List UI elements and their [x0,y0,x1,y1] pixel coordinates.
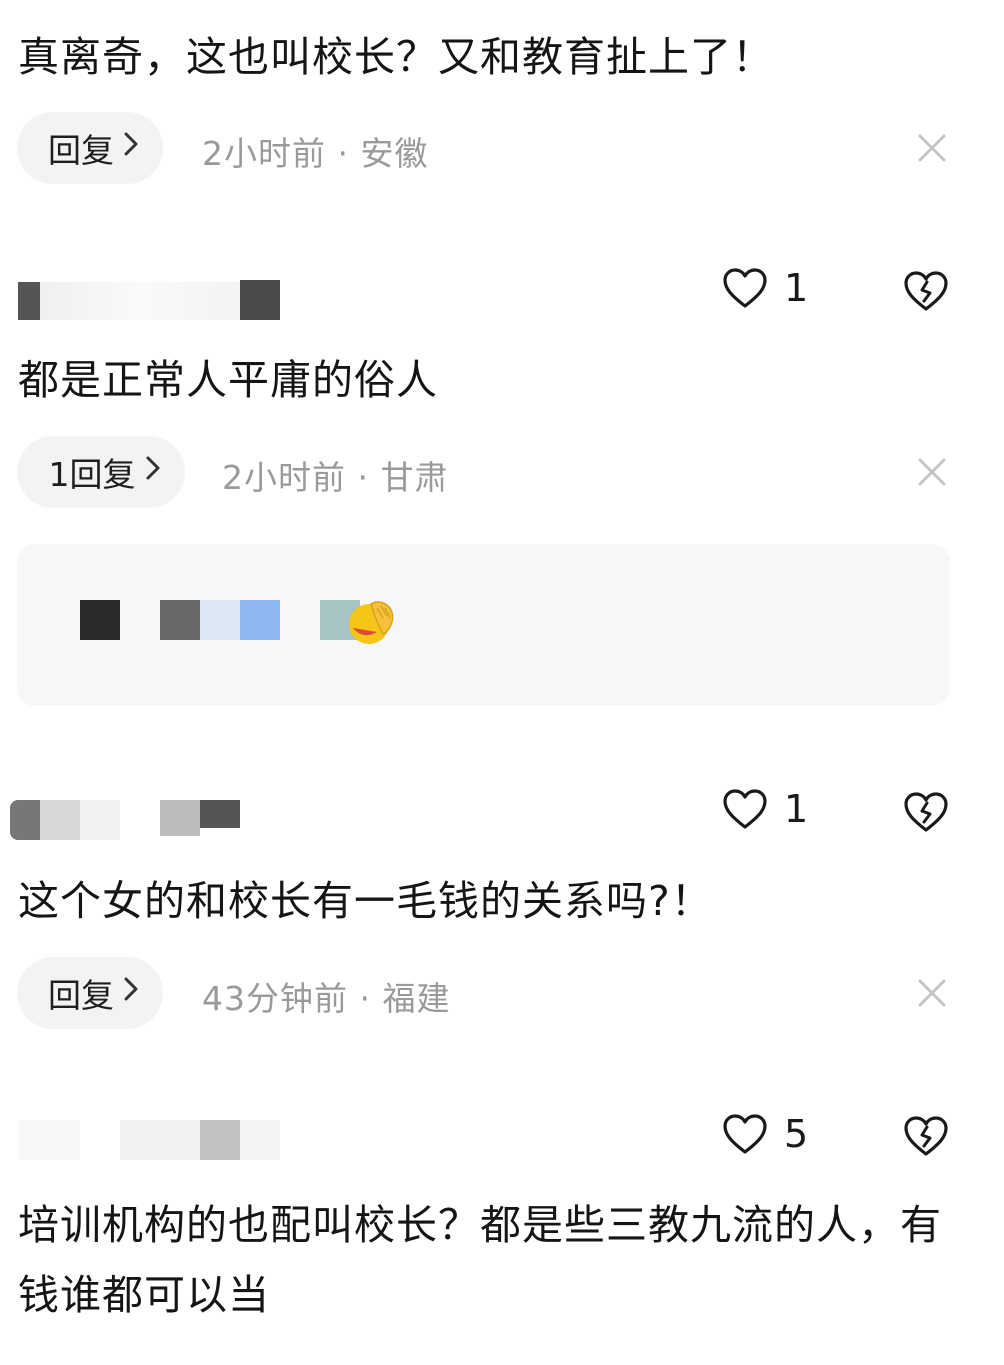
redacted-block [200,600,240,640]
close-icon[interactable] [914,454,950,490]
redacted-block [200,800,240,828]
comment-text: 都是正常人平庸的俗人 [18,356,438,404]
like-count: 1 [784,266,809,310]
redacted-block [18,282,40,320]
like-count: 1 [784,787,809,831]
redacted-block [240,600,280,640]
comment-meta: 2小时前 · 安徽 [202,134,429,173]
comment-meta: 2小时前 · 甘肃 [222,458,449,497]
heart-outline-icon [723,1114,767,1154]
chevron-right-icon [122,130,140,166]
redacted-block [40,800,80,840]
reply-button[interactable]: 1回复 [17,436,185,508]
close-icon[interactable] [914,975,950,1011]
reply-label: 回复 [48,131,114,170]
redacted-block [18,1120,80,1160]
redacted-block [200,1120,240,1160]
comment-text: 培训机构的也配叫校长？都是些三教九流的人，有钱谁都可以当 [18,1201,942,1319]
like-count: 5 [784,1112,809,1156]
broken-heart-icon[interactable] [903,270,949,312]
chevron-right-icon [144,454,162,490]
redacted-block [40,282,240,320]
broken-heart-icon[interactable] [903,791,949,833]
like-button[interactable]: 5 [722,1112,808,1156]
sub-reply-preview[interactable] [17,544,950,706]
reply-button[interactable]: 回复 [17,112,163,184]
redacted-block [80,800,120,840]
redacted-block [160,600,200,640]
facepalm-emoji [349,601,394,644]
redacted-block [240,1120,280,1160]
redacted-block [120,1120,200,1160]
reply-button[interactable]: 回复 [17,957,163,1029]
reply-label: 1回复 [48,455,136,494]
comment-meta: 43分钟前 · 福建 [202,979,451,1018]
redacted-block [160,800,200,836]
close-icon[interactable] [914,130,950,166]
like-button[interactable]: 1 [722,266,808,310]
heart-outline-icon [723,789,767,829]
comment-text: 真离奇，这也叫校长？又和教育扯上了！ [18,33,774,81]
reply-label: 回复 [48,976,114,1015]
like-button[interactable]: 1 [722,787,808,831]
chevron-right-icon [122,975,140,1011]
redacted-block [240,280,280,320]
broken-heart-icon[interactable] [903,1115,949,1157]
redacted-block [10,800,40,840]
heart-outline-icon [723,268,767,308]
redacted-block [80,600,120,640]
comment-text: 这个女的和校长有一毛钱的关系吗?！ [18,877,713,925]
